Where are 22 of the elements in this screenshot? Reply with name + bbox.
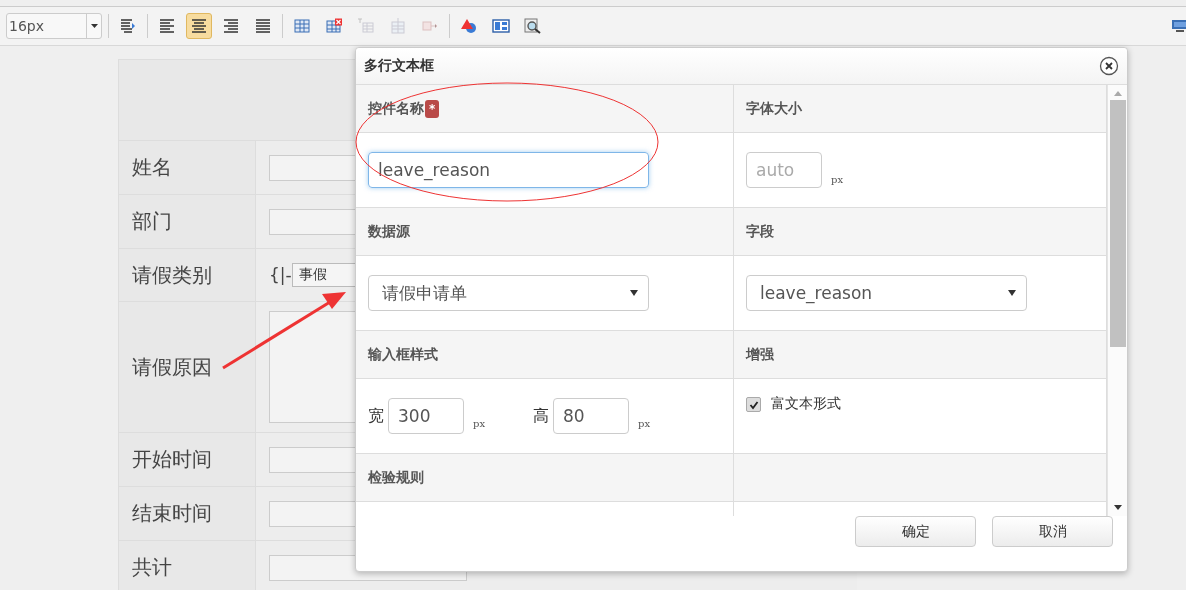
unit-label: px (831, 174, 844, 185)
unit-label: px (638, 418, 651, 429)
height-label: 高 (533, 406, 550, 427)
form-label: 部门 (132, 208, 172, 235)
unit-label: px (473, 418, 486, 429)
field-label: 检验规则 (368, 468, 424, 487)
form-label: 共计 (132, 554, 172, 581)
field-label: 输入框样式 (368, 345, 438, 364)
dialog-title: 多行文本框 (364, 57, 434, 75)
form-label: 请假类别 (132, 261, 212, 289)
form-label: 请假原因 (132, 353, 212, 381)
field-label: 字段 (746, 222, 774, 241)
field-tag-text: {|- (269, 265, 292, 285)
width-label: 宽 (368, 406, 384, 427)
field-label: 数据源 (368, 222, 410, 241)
required-badge: * (425, 99, 440, 118)
field-label: 增强 (746, 345, 774, 364)
form-label: 结束时间 (132, 500, 212, 527)
form-label: 开始时间 (132, 446, 212, 473)
checkbox-label: 富文本形式 (771, 395, 841, 413)
form-label: 姓名 (132, 154, 172, 181)
field-label: 字体大小 (746, 99, 802, 118)
